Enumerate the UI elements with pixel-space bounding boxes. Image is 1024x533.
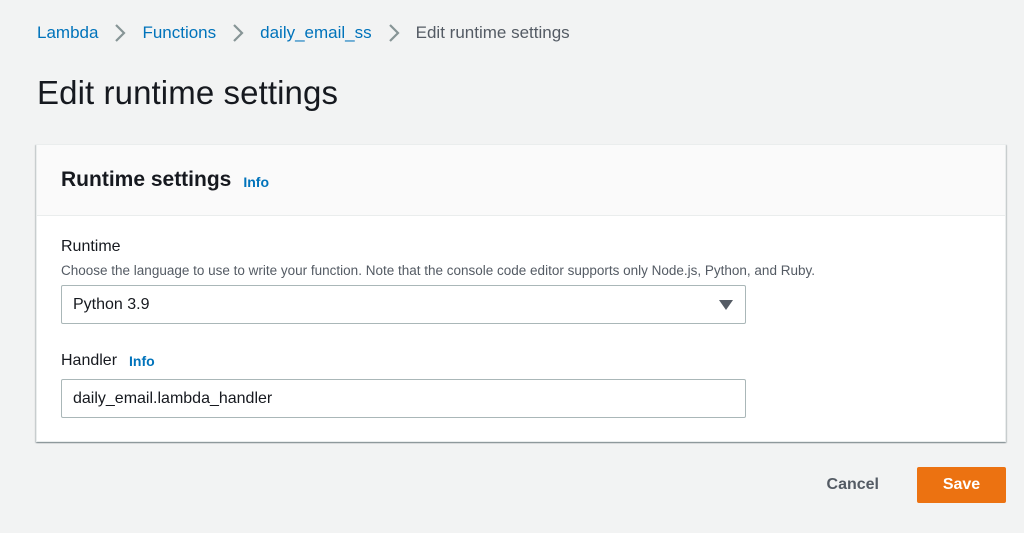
runtime-description: Choose the language to use to write your… <box>61 263 815 278</box>
chevron-right-icon <box>372 22 416 44</box>
chevron-right-icon <box>216 22 260 44</box>
runtime-settings-panel: Runtime settings Info Runtime Choose the… <box>36 144 1006 442</box>
form-actions: Cancel Save <box>807 467 1006 503</box>
cancel-button[interactable]: Cancel <box>807 467 899 503</box>
breadcrumb-function-name[interactable]: daily_email_ss <box>260 23 372 43</box>
breadcrumb-current: Edit runtime settings <box>415 23 570 42</box>
runtime-select[interactable]: Python 3.9 <box>61 285 746 324</box>
handler-info-link[interactable]: Info <box>129 353 155 369</box>
breadcrumb-functions[interactable]: Functions <box>142 23 216 43</box>
panel-title: Runtime settings <box>61 168 232 191</box>
page-title: Edit runtime settings <box>37 74 339 111</box>
breadcrumb-lambda[interactable]: Lambda <box>37 23 98 43</box>
handler-label: Handler <box>61 352 118 369</box>
panel-header: Runtime settings Info <box>37 145 1005 216</box>
handler-label-row: Handler Info <box>61 352 155 370</box>
runtime-settings-info-link[interactable]: Info <box>243 174 269 190</box>
runtime-select-value: Python 3.9 <box>73 295 150 313</box>
save-button[interactable]: Save <box>917 467 1006 503</box>
breadcrumb: Lambda Functions daily_email_ss Edit run… <box>37 22 570 44</box>
handler-input[interactable] <box>61 379 746 418</box>
chevron-right-icon <box>98 22 142 44</box>
caret-down-icon <box>719 299 733 310</box>
runtime-label: Runtime <box>61 238 121 255</box>
